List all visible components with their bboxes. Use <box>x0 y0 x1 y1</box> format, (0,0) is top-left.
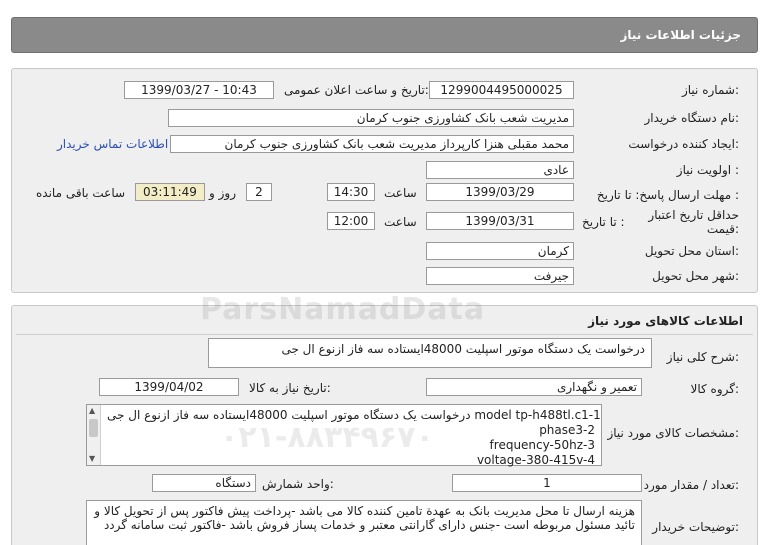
deadline-time-field: 14:30 <box>327 183 375 201</box>
creator-label: ایجاد کننده درخواست: <box>628 137 739 151</box>
buyer-field: مدیریت شعب بانک کشاورزی جنوب کرمان <box>168 109 574 127</box>
priority-field: عادی <box>426 161 574 179</box>
validity-label-1: حداقل تاریخ اعتبار <box>648 208 739 222</box>
province-field: کرمان <box>426 242 574 260</box>
days-label: روز و <box>209 186 236 200</box>
summary-field: درخواست یک دستگاه موتور اسپلیت 48000ایست… <box>208 338 652 368</box>
validity-time-label: ساعت <box>384 215 417 229</box>
validity-date-field: 1399/03/31 <box>426 212 574 230</box>
need-number-field: 1299004495000025 <box>429 81 574 99</box>
spec-line: frequency-50hz-3 <box>489 438 595 452</box>
priority-label: اولویت نیاز : <box>676 163 739 177</box>
deadline-label: مهلت ارسال پاسخ: تا تاریخ : <box>596 188 739 202</box>
goods-section-title: اطلاعات کالاهای مورد نیاز <box>588 314 743 328</box>
need-date-label: تاریخ نیاز به کالا: <box>249 381 331 395</box>
spec-scrollbar[interactable]: ▲ ▼ <box>87 405 101 465</box>
announce-field: 1399/03/27 - 10:43 <box>124 81 274 99</box>
validity-time-field: 12:00 <box>327 212 375 230</box>
validity-to-label: تا تاریخ : <box>582 215 625 229</box>
need-date-field: 1399/04/02 <box>99 378 239 396</box>
scroll-thumb[interactable] <box>89 419 98 437</box>
remaining-time-field: 03:11:49 <box>135 183 205 201</box>
deadline-date-field: 1399/03/29 <box>426 183 574 201</box>
page-title: جزئیات اطلاعات نیاز <box>620 28 741 42</box>
validity-label-2: قیمت: <box>706 222 739 236</box>
scroll-down-icon[interactable]: ▼ <box>89 455 95 463</box>
spec-label: مشخصات کالای مورد نیاز: <box>607 426 739 440</box>
page-header: جزئیات اطلاعات نیاز <box>11 17 758 53</box>
city-label: شهر محل تحویل: <box>652 269 739 283</box>
province-label: استان محل تحویل: <box>644 244 739 258</box>
group-field: تعمیر و نگهداری <box>426 378 642 396</box>
spec-line: voltage-380-415v-4 <box>476 453 595 467</box>
unit-label: واحد شمارش: <box>262 477 334 491</box>
unit-field: دستگاه <box>152 474 256 492</box>
buyer-contact-link[interactable]: اطلاعات تماس خریدار <box>57 137 168 151</box>
buyer-notes-field: هزینه ارسال تا محل مدیریت بانک به عهدة ت… <box>86 500 642 545</box>
group-label: گروه کالا: <box>690 382 740 396</box>
goods-panel: اطلاعات کالاهای مورد نیاز شرح کلی نیاز: … <box>11 305 758 545</box>
spec-field[interactable]: ▲ ▼ درخواست یک دستگاه موتور اسپلیت 48000… <box>86 404 602 467</box>
creator-field: محمد مقبلی هنزا کارپرداز مدیریت شعب بانک… <box>170 135 574 153</box>
summary-label: شرح کلی نیاز: <box>666 350 739 364</box>
buyer-notes-label: توضیحات خریدار: <box>652 520 739 534</box>
city-field: جیرفت <box>426 267 574 285</box>
remaining-label: ساعت باقی مانده <box>36 186 126 200</box>
qty-field: 1 <box>452 474 642 492</box>
days-remaining-field: 2 <box>246 183 272 201</box>
spec-line: درخواست یک دستگاه موتور اسپلیت 48000ایست… <box>107 408 601 422</box>
spec-line: phase3-2 <box>539 423 595 437</box>
section-divider <box>16 334 753 335</box>
need-number-label: شماره نیاز: <box>681 83 739 97</box>
announce-label: تاریخ و ساعت اعلان عمومی: <box>284 83 429 97</box>
scroll-up-icon[interactable]: ▲ <box>89 407 95 415</box>
need-details-panel: شماره نیاز: 1299004495000025 تاریخ و ساع… <box>11 68 758 293</box>
buyer-label: نام دستگاه خریدار: <box>644 111 740 125</box>
deadline-time-label: ساعت <box>384 186 417 200</box>
